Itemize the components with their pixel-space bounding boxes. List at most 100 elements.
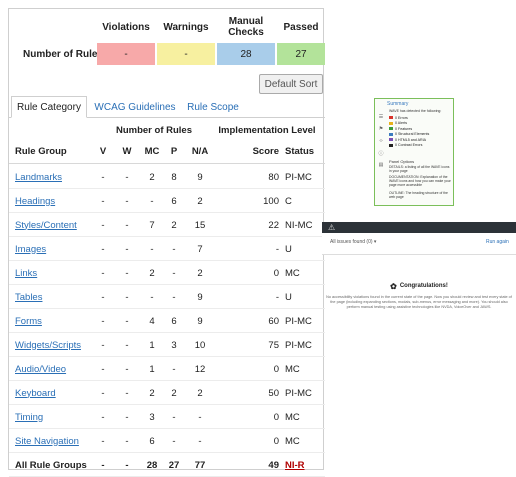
implementation-level-group-header: Implementation Level	[218, 124, 316, 136]
violations-cell: -	[101, 411, 105, 423]
manual-checks-cell: 2	[149, 171, 155, 183]
table-row: Forms - - 4 6 9 60 PI-MC	[9, 309, 325, 333]
not-applicable-cell: 10	[194, 339, 206, 351]
rule-group-link[interactable]: Widgets/Scripts	[15, 333, 95, 357]
violations-cell: -	[101, 315, 105, 327]
warnings-cell: -	[125, 339, 129, 351]
score-cell: 50	[268, 387, 279, 399]
party-icon: ✿	[390, 281, 397, 291]
passed-cell: -	[172, 435, 176, 447]
rule-group-link[interactable]: Styles/Content	[15, 213, 95, 237]
run-again-link[interactable]: Run again	[486, 239, 509, 245]
issues-filter-select[interactable]: All issues found (0) ▾	[330, 239, 376, 245]
view-tabs: Rule Category WCAG Guidelines Rule Scope	[9, 96, 325, 118]
warnings-cell: -	[125, 315, 129, 327]
col-status[interactable]: Status	[285, 143, 325, 159]
info-icon[interactable]: ⓘ	[377, 149, 385, 157]
table-row: Links - - 2 - 2 0 MC	[9, 261, 325, 285]
rule-group-link[interactable]: Keyboard	[15, 381, 95, 405]
total-status-link[interactable]: NI-R	[285, 453, 325, 477]
rule-group-link[interactable]: Audio/Video	[15, 357, 95, 381]
rule-group-link[interactable]: Forms	[15, 309, 95, 333]
violations-cell: -	[101, 195, 105, 207]
col-score[interactable]: Score	[239, 143, 279, 159]
status-cell: U	[285, 243, 292, 255]
number-of-rules-group-header: Number of Rules	[115, 124, 192, 136]
manual-checks-cell: -	[150, 195, 154, 207]
passed-cell: 6	[171, 195, 177, 207]
table-row: Tables - - - - 9 - U	[9, 285, 325, 309]
code-icon[interactable]: ‹›	[377, 137, 385, 145]
warnings-count: -	[157, 43, 215, 65]
outline-icon[interactable]: ▤	[377, 161, 385, 169]
rule-group-link[interactable]: Images	[15, 237, 95, 261]
score-cell: 100	[263, 195, 279, 207]
feature-swatch-icon	[389, 127, 393, 131]
tab-rule-category[interactable]: Rule Category	[11, 96, 87, 118]
violations-cell: -	[101, 291, 105, 303]
col-passed[interactable]: P	[167, 143, 181, 159]
header-divider	[9, 163, 325, 164]
table-row: Landmarks - - 2 8 9 80 PI-MC	[9, 165, 325, 189]
warnings-cell: -	[125, 435, 129, 447]
flag-icon[interactable]: ⚑	[377, 125, 385, 133]
table-row: Keyboard - - 2 2 2 50 PI-MC	[9, 381, 325, 405]
status-cell: MC	[285, 411, 300, 423]
not-applicable-cell: 15	[194, 219, 206, 231]
manual-checks-cell: 1	[149, 339, 155, 351]
warning-triangle-icon: ⚠	[328, 223, 336, 232]
score-cell: -	[275, 243, 279, 255]
passed-cell: 2	[171, 387, 177, 399]
rule-group-link[interactable]: Links	[15, 261, 95, 285]
rule-group-link[interactable]: Site Navigation	[15, 429, 95, 453]
passed-cell: 8	[171, 171, 177, 183]
summary-tab-icon[interactable]: ☰	[377, 113, 385, 121]
total-row: All Rule Groups - - 28 27 77 49 NI-R	[9, 453, 325, 477]
table-row: Site Navigation - - 6 - - 0 MC	[9, 429, 325, 453]
warnings-cell: -	[125, 195, 129, 207]
rule-group-link[interactable]: Tables	[15, 285, 95, 309]
total-passed: 27	[168, 459, 180, 471]
details-option[interactable]: DETAILS: a listing of all the WAVE icons…	[389, 165, 451, 173]
all-rule-groups-label: All Rule Groups	[15, 459, 87, 471]
rule-group-link[interactable]: Landmarks	[15, 165, 95, 189]
error-swatch-icon	[389, 116, 393, 120]
col-warnings[interactable]: W	[121, 143, 133, 159]
outline-option[interactable]: OUTLINE: The heading structure of the we…	[389, 191, 451, 199]
not-applicable-cell: 9	[197, 315, 203, 327]
rule-group-link[interactable]: Headings	[15, 189, 95, 213]
list-item: 0 Contrast Errors	[389, 143, 451, 149]
violations-cell: -	[101, 267, 105, 279]
default-sort-button[interactable]: Default Sort	[259, 74, 323, 94]
tab-rule-scope[interactable]: Rule Scope	[181, 96, 245, 118]
col-manual-checks[interactable]: MC	[141, 143, 163, 159]
warnings-cell: -	[125, 363, 129, 375]
tab-wcag-guidelines[interactable]: WCAG Guidelines	[89, 96, 181, 118]
popup-subtitle: WAVE has detected the following:	[389, 109, 442, 113]
number-of-rules-label: Number of Rules	[22, 48, 103, 60]
table-row: Audio/Video - - 1 - 12 0 MC	[9, 357, 325, 381]
passed-cell: -	[172, 291, 176, 303]
not-applicable-cell: 2	[197, 387, 203, 399]
warnings-header: Warnings	[163, 21, 209, 33]
manual-checks-cell: 1	[149, 363, 155, 375]
passed-cell: -	[172, 267, 176, 279]
violations-cell: -	[101, 435, 105, 447]
score-cell: 80	[268, 171, 279, 183]
col-violations[interactable]: V	[97, 143, 109, 159]
status-cell: PI-MC	[285, 315, 312, 327]
status-cell: PI-MC	[285, 387, 312, 399]
warnings-cell: -	[125, 219, 129, 231]
col-not-applicable[interactable]: N/A	[187, 143, 213, 159]
score-cell: 0	[273, 411, 279, 423]
violations-cell: -	[101, 339, 105, 351]
violations-cell: -	[101, 219, 105, 231]
documentation-option[interactable]: DOCUMENTATION: Explanation of the WAVE i…	[389, 175, 451, 187]
not-applicable-cell: 2	[197, 195, 203, 207]
rule-group-link[interactable]: Timing	[15, 405, 95, 429]
manual-checks-cell: -	[150, 243, 154, 255]
col-rule-group[interactable]: Rule Group	[15, 143, 95, 159]
violations-cell: -	[101, 363, 105, 375]
score-cell: 60	[268, 315, 279, 327]
violations-count: -	[97, 43, 155, 65]
